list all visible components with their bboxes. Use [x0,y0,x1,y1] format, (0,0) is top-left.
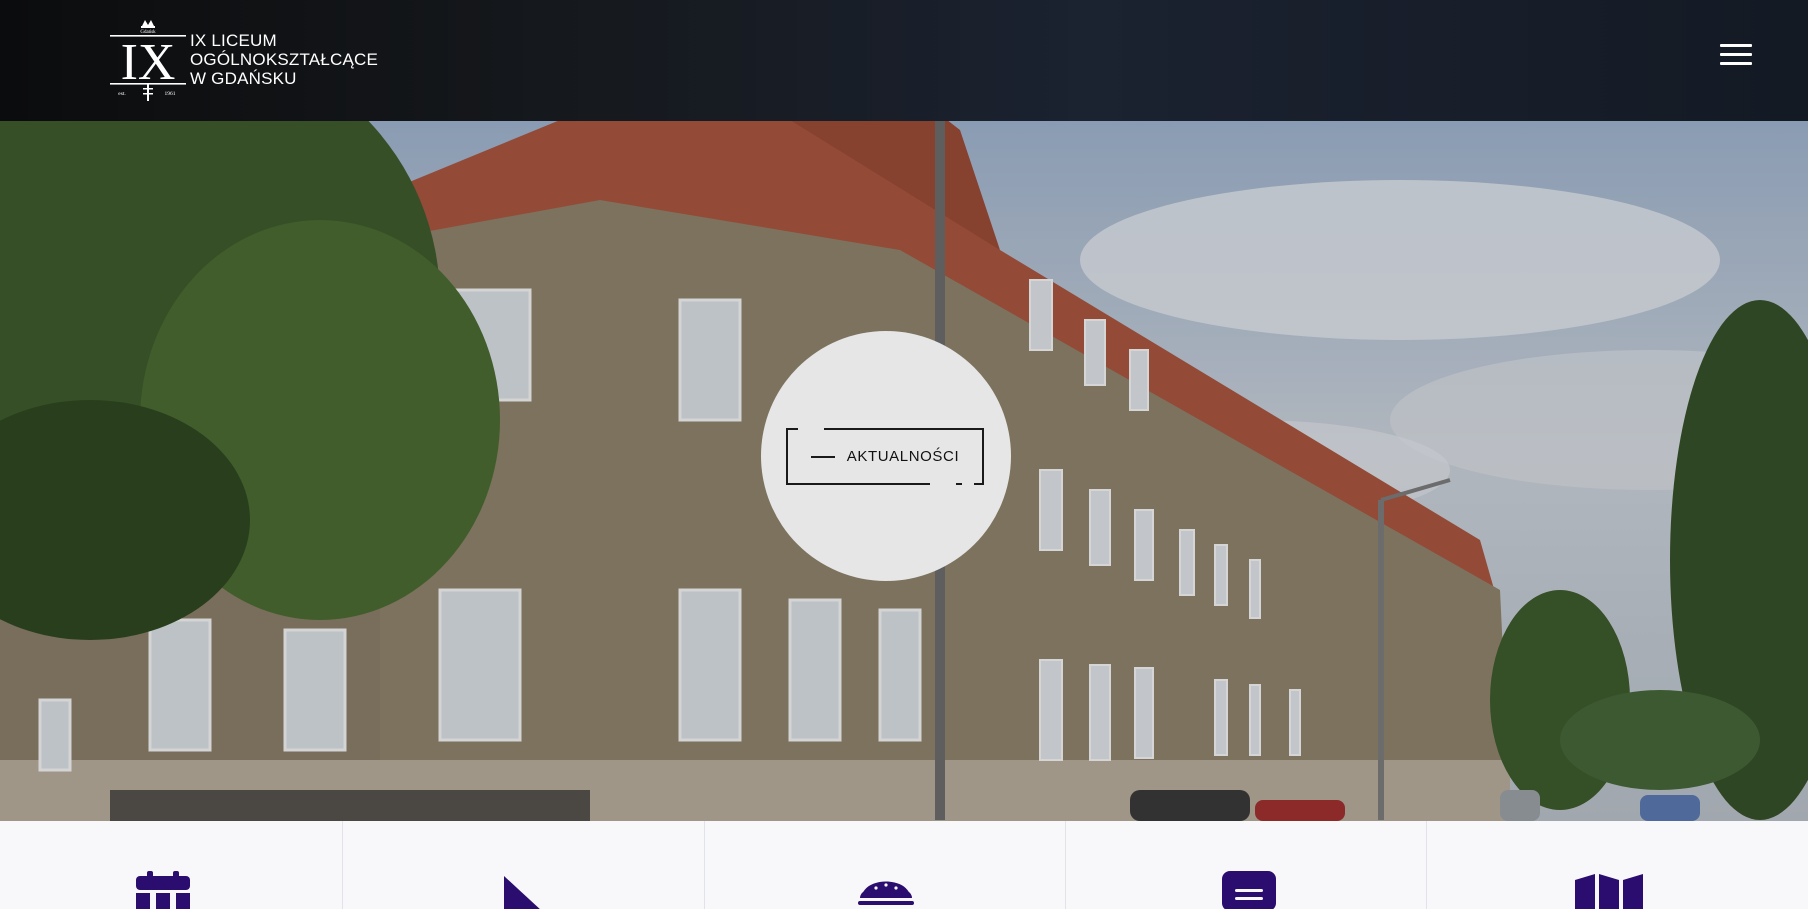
map-icon [1575,874,1643,909]
border-gap [930,482,956,486]
border-gap [798,427,824,431]
quick-links-bar [0,821,1808,909]
tile-subjects[interactable] [343,821,705,909]
border-gap [962,482,974,486]
burger-food-icon [858,881,914,905]
news-badge-circle: AKTUALNOŚCI [761,331,1011,581]
menu-bar-3 [1720,62,1752,65]
school-crest-icon: Gdańsk IX est. 1961 [110,20,186,101]
news-button[interactable]: AKTUALNOŚCI [786,427,984,486]
dash-icon [810,455,835,458]
school-name-line-3: W GDAŃSKU [190,68,297,88]
message-icon [1222,871,1276,909]
svg-text:1961: 1961 [165,91,176,97]
tile-map[interactable] [1427,821,1808,909]
school-name-line-2: OGÓLNOKSZTAŁCĄCE [190,49,379,69]
svg-text:IX: IX [121,34,176,91]
school-name-line-1: IX LICEUM [190,30,277,50]
hamburger-menu-icon[interactable] [1720,44,1752,70]
top-navbar: Gdańsk IX est. 1961 IX LICEUM OGÓLNOKSZT… [0,0,1808,121]
tile-calendar[interactable] [0,821,343,909]
tile-canteen[interactable] [705,821,1066,909]
tile-messages[interactable] [1066,821,1427,909]
school-logo[interactable]: Gdańsk IX est. 1961 IX LICEUM OGÓLNOKSZT… [108,17,378,101]
menu-bar-2 [1720,53,1752,56]
triangle-ruler-icon [504,876,540,909]
calendar-icon [136,871,190,909]
menu-bar-1 [1720,44,1752,47]
news-button-label: AKTUALNOŚCI [846,448,960,465]
school-name: IX LICEUM OGÓLNOKSZTAŁCĄCE W GDAŃSKU [190,31,378,88]
svg-text:est.: est. [118,91,126,97]
